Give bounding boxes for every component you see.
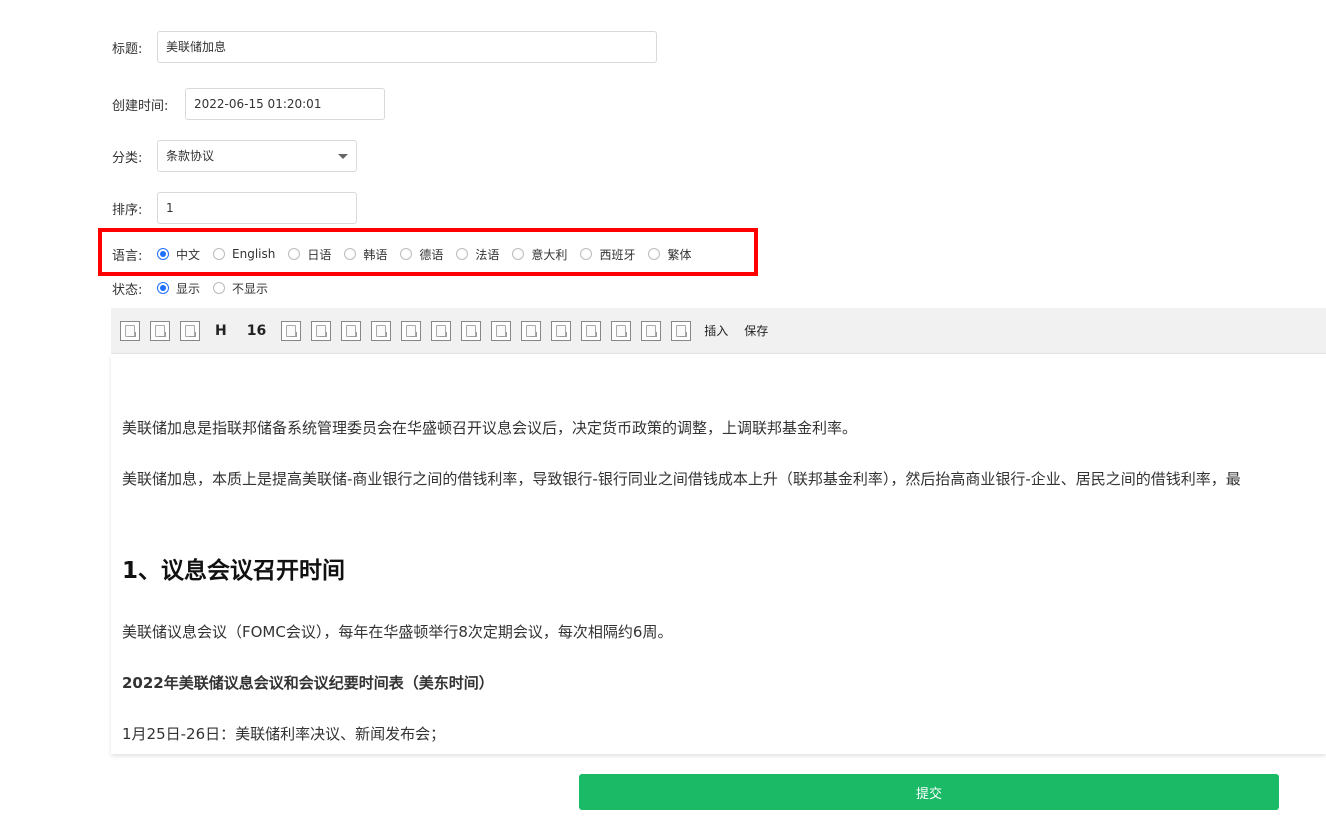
rich-text-editor[interactable]: 美联储加息是指联邦储备系统管理委员会在华盛顿召开议息会议后，决定货币政策的调整，… [111,354,1326,754]
submit-button[interactable]: 提交 [579,774,1279,810]
editor-paragraph: 美联储议息会议（FOMC会议），每年在华盛顿举行8次定期会议，每次相隔约6周。 [122,623,673,641]
toolbar-image-icon[interactable] [311,320,332,341]
status-radio-group: 显示 不显示 [157,278,281,298]
category-select[interactable]: 条款协议 [157,140,357,172]
toolbar-image-icon[interactable] [491,320,512,341]
highlight-box [98,228,758,276]
toolbar-image-icon[interactable] [641,320,662,341]
toolbar-image-icon[interactable] [611,320,632,341]
editor-paragraph: 美联储加息是指联邦储备系统管理委员会在华盛顿召开议息会议后，决定货币政策的调整，… [122,419,858,437]
category-select-value: 条款协议 [166,149,215,163]
editor-heading: 1、议息会议召开时间 [122,558,346,584]
insert-button[interactable]: 插入 [704,322,728,339]
toolbar-image-icon[interactable] [581,320,602,341]
toolbar-image-icon[interactable] [150,320,170,341]
toolbar-image-icon[interactable] [461,320,482,341]
toolbar-image-icon[interactable] [551,320,572,341]
chevron-down-icon [338,154,348,159]
status-option-hide[interactable]: 不显示 [213,280,268,297]
toolbar-image-icon[interactable] [341,320,362,341]
toolbar-image-icon[interactable] [401,320,422,341]
radio-checked-icon [157,282,169,294]
order-input[interactable]: 1 [157,192,357,224]
toolbar-image-icon[interactable] [431,320,452,341]
toolbar-image-icon[interactable] [671,320,692,341]
toolbar-image-icon[interactable] [521,320,542,341]
toolbar-image-icon[interactable] [281,320,302,341]
editor-toolbar: H 16 插入 保存 [111,308,1326,354]
editor-subheading: 2022年美联储议息会议和会议纪要时间表（美东时间） [122,674,494,692]
save-button[interactable]: 保存 [744,322,768,339]
category-label: 分类: [112,151,143,166]
title-input[interactable]: 美联储加息 [157,31,657,63]
toolbar-image-icon[interactable] [120,320,140,341]
order-label: 排序: [112,203,143,218]
created-time-label: 创建时间: [112,99,169,114]
heading-button[interactable]: H [215,323,227,339]
toolbar-image-icon[interactable] [180,320,200,341]
status-option-show[interactable]: 显示 [157,280,200,297]
editor-paragraph: 美联储加息，本质上是提高美联储-商业银行之间的借钱利率，导致银行-银行同业之间借… [122,470,1241,488]
created-time-input[interactable]: 2022-06-15 01:20:01 [185,88,385,120]
font-size-button[interactable]: 16 [247,323,266,339]
title-label: 标题: [112,42,143,57]
radio-icon [213,282,226,294]
status-label: 状态: [112,283,143,298]
toolbar-image-icon[interactable] [371,320,392,341]
editor-paragraph: 1月25日-26日：美联储利率决议、新闻发布会； [122,725,446,743]
